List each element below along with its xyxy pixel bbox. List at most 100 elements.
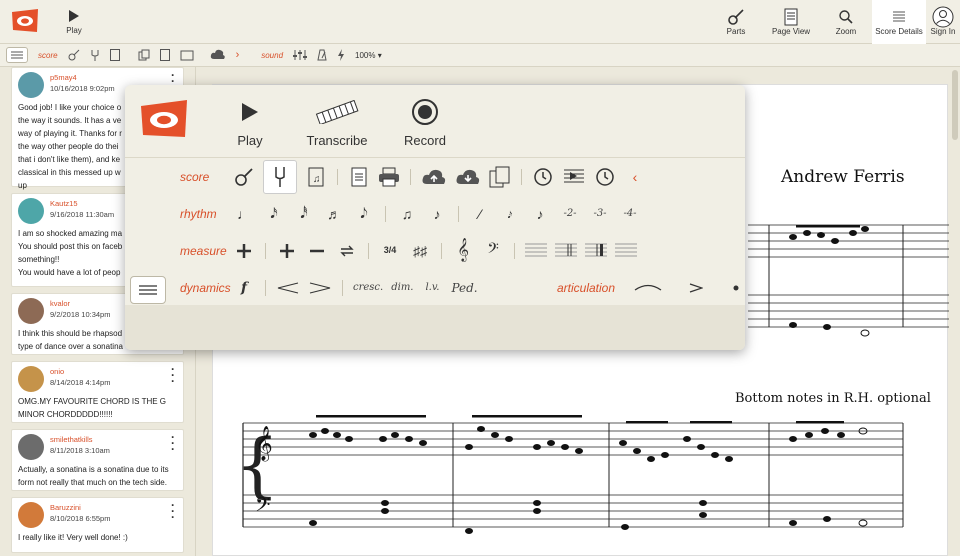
comment-author[interactable]: Kautz15 (50, 198, 114, 209)
cloud-sync-tool[interactable] (210, 49, 226, 61)
let-vibrate-tool[interactable]: l.v. (421, 274, 443, 302)
grace-note-tool[interactable]: 𝅘𝅥𝅮 (353, 200, 375, 228)
transcribe-button[interactable]: Transcribe (305, 97, 369, 148)
pedal-tool[interactable]: Ped. (451, 274, 477, 302)
comment-author[interactable]: p5may4 (50, 72, 115, 83)
cloud-download-tool[interactable] (455, 163, 481, 191)
palette-menu-button[interactable] (130, 276, 166, 304)
nav-parts-label: Parts (726, 27, 746, 36)
collapse-chevron[interactable]: ‹ (624, 163, 646, 191)
menu-button[interactable] (6, 47, 28, 63)
sixteenth-note-tool[interactable]: 𝅘𝅥𝅯 (263, 200, 285, 228)
more-options-icon[interactable]: ··· (171, 431, 175, 455)
decrescendo-icon (309, 282, 331, 293)
avatar (18, 502, 44, 528)
lower-notes (309, 415, 868, 534)
score-annotation[interactable]: Bottom notes in R.H. optional (735, 391, 931, 406)
nav-score-details[interactable]: Score Details (872, 0, 926, 44)
nav-parts[interactable]: Parts (710, 0, 762, 44)
playback-tool[interactable] (562, 163, 586, 191)
score-page-tool[interactable] (109, 49, 120, 61)
history-tool[interactable] (532, 163, 554, 191)
separator (410, 168, 411, 185)
nav-page-view[interactable]: Page View (762, 0, 820, 44)
key-signature-tool[interactable]: ♯♯ (409, 237, 431, 265)
bass-clef-tool[interactable]: 𝄢 (482, 237, 504, 265)
palette-play-button[interactable]: Play (233, 97, 267, 148)
thirty-second-note-tool[interactable]: 𝅘𝅥𝅰 (293, 200, 315, 228)
comment-author[interactable]: onio (50, 366, 110, 377)
zoom-level[interactable]: 100% ▾ (355, 51, 382, 60)
nav-zoom[interactable]: Zoom (820, 0, 872, 44)
separator (265, 242, 266, 259)
forte-tool[interactable]: f (233, 274, 255, 302)
top-play-button[interactable]: Play (58, 6, 90, 35)
slur-tool[interactable] (633, 274, 663, 302)
eighth-note-tool[interactable]: ♪ (529, 200, 551, 228)
barline-double-tool[interactable] (555, 237, 577, 265)
guitar-tool[interactable] (68, 49, 80, 61)
quarter-note-tool[interactable]: ♩ (233, 200, 255, 228)
crescendo-hairpin-tool[interactable] (276, 274, 300, 302)
dim-text-tool[interactable]: dim. (391, 274, 413, 302)
unbeam-tool[interactable]: ♪ (426, 200, 448, 228)
page-scrollbar[interactable] (952, 70, 958, 140)
add-measure-tool[interactable] (233, 237, 255, 265)
acciaccatura-tool[interactable]: 𝆔 (499, 200, 521, 228)
beam-tool[interactable]: ♫ (396, 200, 418, 228)
more-options-icon[interactable]: ··· (171, 499, 175, 523)
time-signature-tool[interactable]: 3/4 (379, 237, 401, 265)
duplet-tool[interactable]: -2- (559, 200, 581, 228)
staccato-tool[interactable] (725, 274, 745, 302)
expand-chevron[interactable]: › (236, 49, 240, 61)
comment-author[interactable]: smilethatkills (50, 434, 110, 445)
more-options-icon[interactable]: ··· (171, 363, 175, 387)
comment-author[interactable]: Baruzzini (50, 502, 110, 513)
repeat-tool[interactable] (336, 237, 358, 265)
guitar-icon (235, 167, 253, 186)
barline-final-tool[interactable] (585, 237, 607, 265)
copy-tool[interactable] (489, 163, 511, 191)
cloud-upload-tool[interactable] (421, 163, 447, 191)
print-tool[interactable] (378, 163, 400, 191)
photos-tool[interactable] (180, 49, 194, 61)
copy-tool[interactable] (138, 49, 150, 61)
noteflight-logo[interactable] (10, 8, 40, 34)
accent-tool[interactable] (685, 274, 707, 302)
metronome-tool[interactable] (317, 49, 327, 61)
score-page-tool[interactable]: ♫ (305, 163, 327, 191)
nav-sign-in[interactable]: Sign In (926, 0, 960, 44)
tuning-fork-tool[interactable] (263, 159, 297, 194)
palette-play-label: Play (237, 133, 263, 148)
row-label-rhythm: rhythm (180, 206, 217, 221)
cresc-text-tool[interactable]: cresc. (353, 274, 383, 302)
comment-author[interactable]: kvalor (50, 298, 110, 309)
guitar-icon (68, 49, 79, 61)
sheet-tool[interactable] (159, 49, 170, 61)
decrescendo-hairpin-tool[interactable] (308, 274, 332, 302)
insert-measure-tool[interactable] (276, 237, 298, 265)
barline-single-tool[interactable] (525, 237, 547, 265)
avatar (18, 72, 44, 98)
mixer-tool[interactable] (293, 49, 308, 61)
quadruplet-tool[interactable]: -4- (619, 200, 641, 228)
flash-tool[interactable] (337, 49, 345, 61)
treble-clef-tool[interactable]: 𝄞 (452, 237, 474, 265)
new-page-tool[interactable] (348, 163, 370, 191)
nav-zoom-label: Zoom (835, 27, 857, 36)
top-bar: Play Parts Page View Zoom Score Details … (0, 0, 960, 44)
row-label-articulation: articulation (557, 280, 616, 295)
palette-row-measure: measure 3/4 ♯♯ 𝄞 𝄢 (125, 232, 745, 269)
slash-tool[interactable]: ⁄ (469, 200, 491, 228)
triplet-tool[interactable]: -3- (589, 200, 611, 228)
comment-body: I really like it! Very well done! :) (18, 533, 128, 542)
beamed-notes-tool[interactable]: ♬ (323, 200, 345, 228)
clock-tool[interactable] (594, 163, 616, 191)
tuning-fork-tool[interactable] (90, 49, 100, 61)
barline-dashed-tool[interactable] (615, 237, 637, 265)
page-icon (784, 8, 798, 26)
remove-measure-tool[interactable] (306, 237, 328, 265)
guitar-tool[interactable] (233, 163, 255, 191)
record-button[interactable]: Record (401, 97, 449, 148)
composer-name[interactable]: Andrew Ferris (781, 167, 905, 187)
